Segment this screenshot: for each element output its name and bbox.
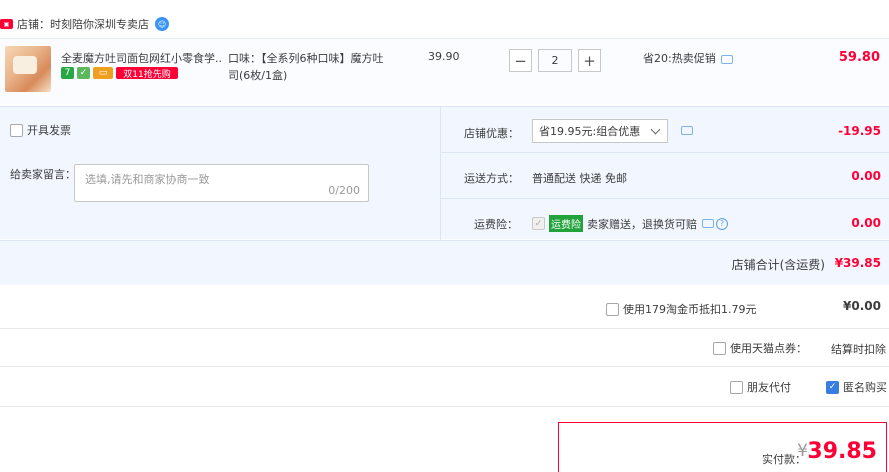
sku-line-2: 司(6枚/1盒) (228, 69, 288, 82)
options-divider (440, 107, 441, 240)
coins-value: ¥0.00 (843, 299, 881, 313)
shipping-method: 普通配送 快递 免邮 (532, 172, 627, 185)
tmall-points-label: 使用天猫点券： (730, 342, 807, 355)
guarantee-tag: ✓ (77, 67, 90, 79)
quantity-decrease-button[interactable]: − (509, 49, 532, 72)
tmall-shop-icon: ▣ (0, 19, 13, 29)
invoice-checkbox[interactable] (10, 123, 23, 137)
discount-label: 店铺优惠： (464, 127, 519, 140)
quantity-stepper: − 2 + (509, 49, 601, 72)
shop-total-label: 店铺合计(含运费) (731, 258, 825, 272)
shop-header: ▣ 店铺：时刻陪你深圳专卖店 ☺ (0, 10, 889, 38)
coins-option[interactable]: 使用179淘金币抵扣1.79元 (606, 301, 757, 317)
chevron-down-icon (650, 124, 661, 135)
currency-symbol: ¥ (797, 441, 808, 461)
options-separator (441, 198, 889, 199)
order-item-row: 全麦魔方吐司面包网红小零食学... 7 ✓ ▭ 双11抢先购 口味：【全系列6种… (0, 38, 889, 104)
insurance-label: 运费险： (474, 218, 518, 231)
shipping-amount: 0.00 (851, 169, 881, 183)
anonymous-option[interactable]: ✓ 匿名购买 (826, 379, 887, 395)
credit-card-tag: ▭ (93, 67, 113, 79)
invoice-label: 开具发票 (27, 124, 71, 137)
order-options: 开具发票 给卖家留言： 选填,请先和商家协商一致 0/200 店铺优惠： 省19… (0, 106, 889, 240)
discount-select[interactable]: 省19.95元:组合优惠 (532, 119, 668, 143)
invoice-option[interactable]: 开具发票 (10, 122, 71, 138)
insurance-option: ✓ 运费险 卖家赠送，退换货可赔 ? (532, 215, 728, 232)
memo-placeholder: 选填,请先和商家协商一致 (85, 173, 210, 186)
tmall-points-row: 使用天猫点券： 结算时扣除 (0, 329, 889, 367)
seven-day-return-tag: 7 (61, 67, 74, 79)
seller-memo-label: 给卖家留言： (10, 168, 76, 181)
quantity-input[interactable]: 2 (538, 49, 572, 72)
payment-amount: 39.85 (807, 439, 877, 464)
product-thumbnail[interactable] (5, 46, 51, 92)
chat-icon[interactable] (702, 219, 714, 228)
tmall-points-option[interactable]: 使用天猫点券： (713, 340, 807, 356)
product-tags: 7 ✓ ▭ 双11抢先购 (61, 67, 178, 80)
friend-pay-option[interactable]: 朋友代付 (730, 379, 791, 395)
friend-pay-checkbox[interactable] (730, 380, 743, 394)
double11-promo-tag: 双11抢先购 (116, 67, 178, 80)
shop-total-row: 店铺合计(含运费) ¥39.85 (0, 240, 889, 285)
seller-memo-textarea[interactable]: 选填,请先和商家协商一致 0/200 (74, 164, 369, 202)
coins-label: 使用179淘金币抵扣1.79元 (623, 303, 757, 316)
coins-checkbox[interactable] (606, 302, 619, 316)
unit-price: 39.90 (428, 50, 460, 63)
memo-char-count: 0/200 (328, 184, 360, 197)
item-subtotal: 59.80 (838, 50, 880, 65)
quantity-increase-button[interactable]: + (578, 49, 601, 72)
coins-row: 使用179淘金币抵扣1.79元 ¥0.00 (0, 291, 889, 329)
product-title[interactable]: 全麦魔方吐司面包网红小零食学... (61, 50, 223, 66)
insurance-text: 卖家赠送，退换货可赔 (587, 217, 697, 231)
insurance-amount: 0.00 (851, 216, 881, 230)
sku-line-1: 口味：【全系列6种口味】魔方吐 (228, 52, 384, 65)
tmall-points-checkbox[interactable] (713, 341, 726, 355)
shop-name[interactable]: 店铺：时刻陪你深圳专卖店 (17, 16, 149, 32)
help-icon[interactable]: ? (716, 217, 728, 230)
promotion-saving: 省20:热卖促销 (643, 50, 733, 66)
chat-icon[interactable] (720, 54, 733, 64)
payment-options-row: 朋友代付 ✓ 匿名购买 (0, 367, 889, 407)
wangwang-chat-icon[interactable]: ☺ (155, 17, 169, 31)
discount-selected: 省19.95元:组合优惠 (539, 125, 641, 138)
promotion-saving-text: 省20:热卖促销 (643, 52, 716, 65)
options-separator (441, 152, 889, 153)
anonymous-checkbox[interactable]: ✓ (826, 380, 839, 394)
insurance-checkbox: ✓ (532, 217, 545, 230)
shop-total-value: ¥39.85 (834, 256, 881, 270)
anonymous-label: 匿名购买 (843, 381, 887, 394)
product-sku: 口味：【全系列6种口味】魔方吐 司(6枚/1盒) (228, 50, 398, 84)
shipping-label: 运送方式： (464, 172, 519, 185)
discount-amount: -19.95 (838, 124, 881, 138)
discount-info-icon[interactable] (681, 126, 693, 135)
insurance-badge: 运费险 (549, 215, 583, 232)
payment-total-box: 实付款： ¥ 39.85 (558, 422, 887, 472)
friend-pay-label: 朋友代付 (747, 381, 791, 394)
tmall-points-note: 结算时扣除 (831, 343, 886, 356)
